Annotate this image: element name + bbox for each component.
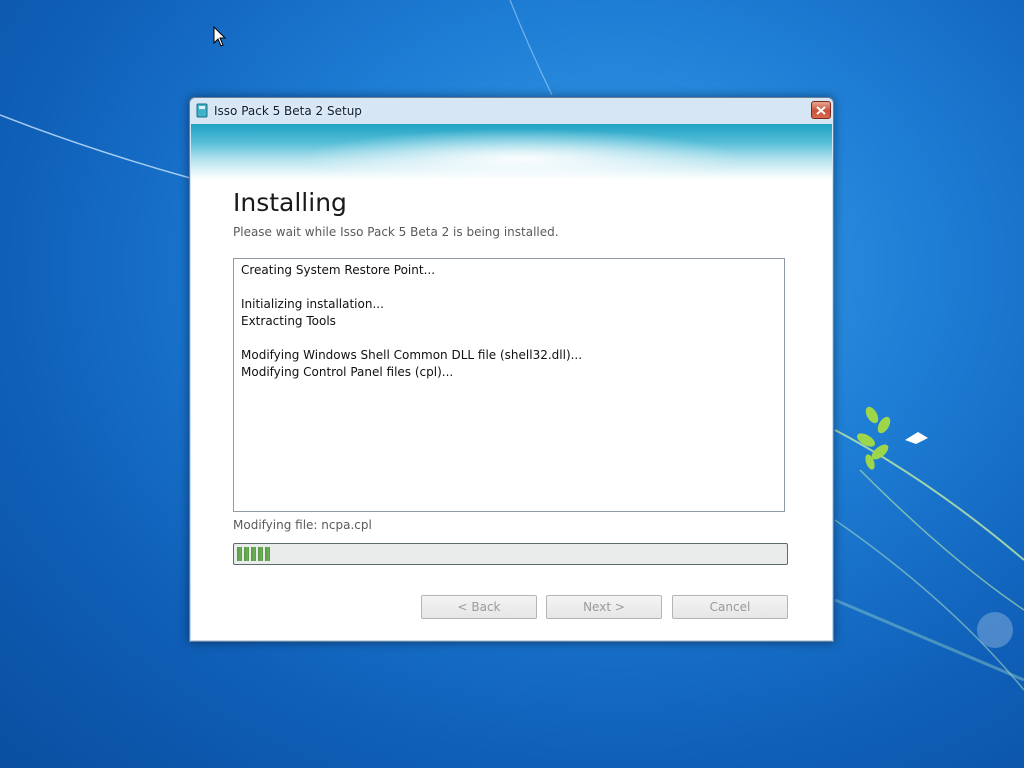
window-title: Isso Pack 5 Beta 2 Setup [214, 104, 362, 118]
log-line: Initializing installation... [241, 297, 384, 311]
progress-fill [237, 547, 270, 561]
page-subtext: Please wait while Isso Pack 5 Beta 2 is … [233, 225, 559, 239]
current-file-status: Modifying file: ncpa.cpl [233, 518, 372, 532]
install-progress-bar [233, 543, 788, 565]
install-log-box[interactable]: Creating System Restore Point... Initial… [233, 258, 785, 512]
log-line: Creating System Restore Point... [241, 263, 436, 277]
title-bar[interactable]: Isso Pack 5 Beta 2 Setup [190, 98, 833, 124]
window-client-area: Installing Please wait while Isso Pack 5… [191, 124, 832, 640]
cancel-button[interactable]: Cancel [672, 595, 788, 619]
back-button[interactable]: < Back [421, 595, 537, 619]
installer-app-icon [196, 103, 208, 118]
page-heading: Installing [233, 188, 347, 217]
mouse-pointer-icon [213, 26, 227, 47]
header-banner [191, 124, 832, 179]
next-button[interactable]: Next > [546, 595, 662, 619]
setup-window: Isso Pack 5 Beta 2 Setup Installing Plea… [189, 97, 834, 642]
log-line: Extracting Tools [241, 314, 336, 328]
log-line: Modifying Windows Shell Common DLL file … [241, 348, 583, 362]
close-icon [816, 105, 826, 115]
close-button[interactable] [811, 101, 831, 119]
log-line: Modifying Control Panel files (cpl)... [241, 365, 454, 379]
